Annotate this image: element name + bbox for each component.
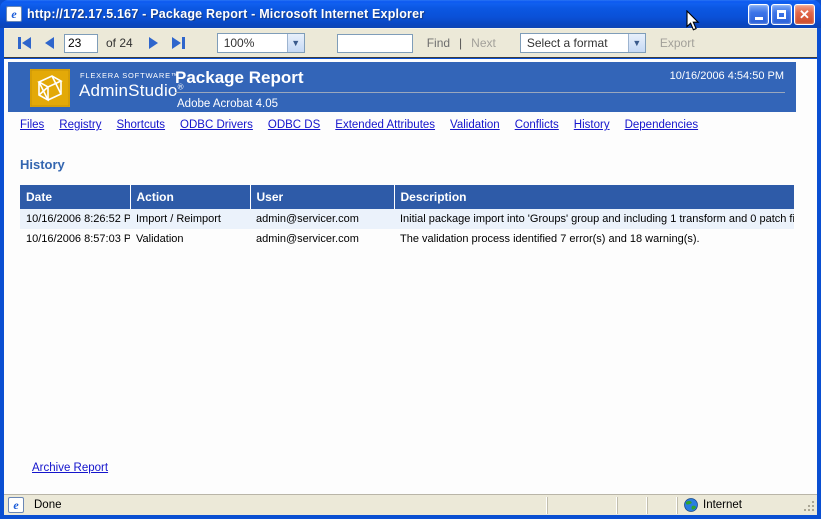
nav-link-dependencies[interactable]: Dependencies [625,119,699,131]
find-button[interactable]: Find [427,36,450,50]
history-table-body: 10/16/2006 8:26:52 PMImport / Reimportad… [20,209,794,249]
nav-link-odbc-drivers[interactable]: ODBC Drivers [180,119,253,131]
window-title: http://172.17.5.167 - Package Report - M… [27,7,748,21]
minimize-icon [755,17,763,20]
history-table: DateActionUserDescription 10/16/2006 8:2… [20,185,794,249]
section-title-history: History [20,157,65,172]
nav-link-validation[interactable]: Validation [450,119,500,131]
banner-divider [175,92,785,93]
report-header-banner: FLEXERA SOFTWARE™ AdminStudio® Package R… [8,62,796,112]
report-nav: Files Registry Shortcuts ODBC Drivers ODBC D… [20,119,807,131]
find-input[interactable] [337,34,413,53]
previous-page-button[interactable] [41,35,58,51]
ie-page-icon: e [6,6,22,22]
next-page-icon [149,37,158,49]
next-button[interactable]: Next [471,36,496,50]
page-count-label: of 24 [106,36,133,50]
title-bar: e http://172.17.5.167 - Package Report -… [0,0,821,28]
cell-user: admin@servicer.com [250,209,394,229]
report-timestamp: 10/16/2006 4:54:50 PM [670,70,784,82]
browser-window: e http://172.17.5.167 - Package Report -… [0,0,821,519]
nav-link-odbc-ds[interactable]: ODBC DS [268,119,320,131]
chevron-down-icon[interactable]: ▼ [628,34,645,52]
cell-date: 10/16/2006 8:57:03 PM [20,229,130,249]
zone-label: Internet [703,499,742,511]
cell-action: Validation [130,229,250,249]
minimize-button[interactable] [748,4,769,25]
table-row: 10/16/2006 8:57:03 PMValidationadmin@ser… [20,229,794,249]
cell-action: Import / Reimport [130,209,250,229]
nav-link-files[interactable]: Files [20,119,44,131]
cell-description: Initial package import into 'Groups' gro… [394,209,794,229]
status-bar: e Done Internet [4,494,817,515]
report-toolbar: of 24 100% ▼ Find | Next Select a format… [4,28,817,58]
table-row: 10/16/2006 8:26:52 PMImport / Reimportad… [20,209,794,229]
cell-description: The validation process identified 7 erro… [394,229,794,249]
page-title: Package Report [175,68,304,88]
package-name: Adobe Acrobat 4.05 [177,98,278,110]
first-page-icon [18,37,21,49]
next-page-button[interactable] [145,35,162,51]
security-zone-pane: Internet [677,497,817,514]
report-page: FLEXERA SOFTWARE™ AdminStudio® Package R… [4,59,817,494]
column-header-description: Description [394,185,794,209]
status-pane [647,497,677,514]
ie-document-icon: e [8,497,24,513]
last-page-icon [172,37,181,49]
maximize-button[interactable] [771,4,792,25]
adminstudio-logo-icon [30,69,70,107]
close-button[interactable]: ✕ [794,4,815,25]
resize-grip[interactable] [803,500,816,513]
find-next-divider: | [459,36,462,50]
zoom-select[interactable]: 100% ▼ [217,33,305,53]
status-text: Done [34,499,62,511]
nav-link-shortcuts[interactable]: Shortcuts [116,119,165,131]
history-table-header: DateActionUserDescription [20,185,794,209]
format-value: Select a format [521,36,628,50]
page-number-input[interactable] [64,34,98,53]
archive-report-link[interactable]: Archive Report [32,462,108,474]
close-icon: ✕ [799,8,810,21]
cell-date: 10/16/2006 8:26:52 PM [20,209,130,229]
column-header-date: Date [20,185,130,209]
column-header-user: User [250,185,394,209]
nav-link-extended-attributes[interactable]: Extended Attributes [335,119,435,131]
brand-flexera-label: FLEXERA SOFTWARE™ [80,71,179,80]
zoom-value: 100% [218,36,287,50]
chevron-down-icon[interactable]: ▼ [287,34,304,52]
status-pane [617,497,647,514]
brand-adminstudio-label: AdminStudio® [79,81,184,101]
format-select[interactable]: Select a format ▼ [520,33,646,53]
maximize-icon [777,10,786,19]
globe-icon [684,498,698,512]
last-page-button[interactable] [168,35,189,51]
cell-user: admin@servicer.com [250,229,394,249]
export-button[interactable]: Export [660,36,695,50]
previous-page-icon [45,37,54,49]
status-pane [547,497,617,514]
nav-link-history[interactable]: History [574,119,610,131]
nav-link-conflicts[interactable]: Conflicts [515,119,559,131]
column-header-action: Action [130,185,250,209]
nav-link-registry[interactable]: Registry [59,119,101,131]
first-page-button[interactable] [14,35,35,51]
